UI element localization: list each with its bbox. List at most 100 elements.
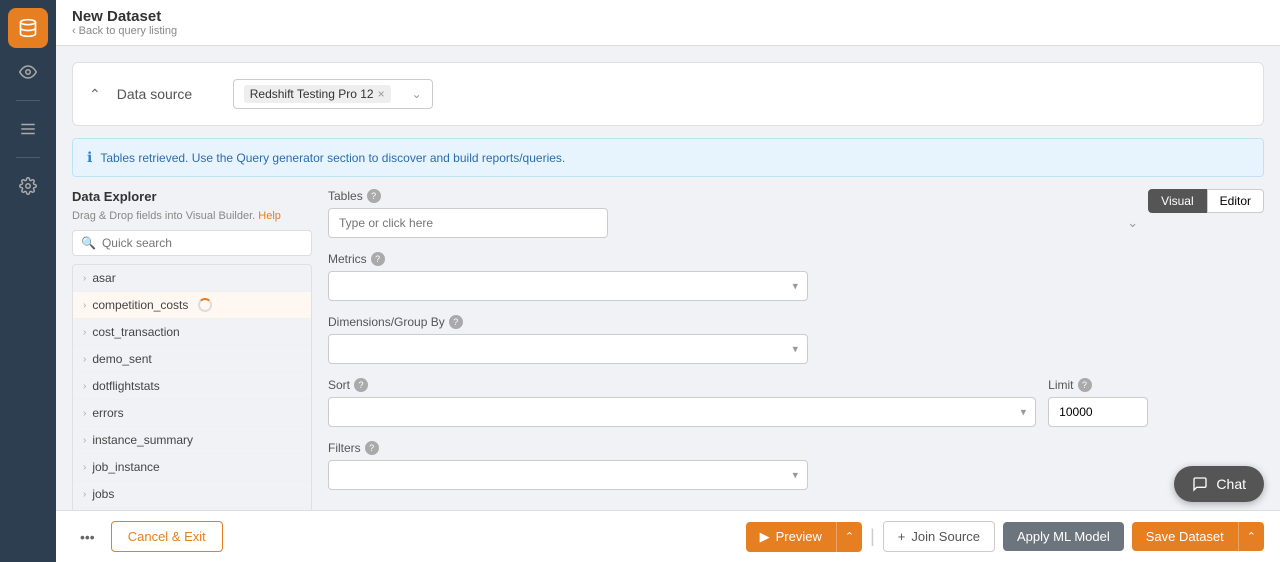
save-dataset-button[interactable]: Save Dataset — [1132, 522, 1238, 551]
dimensions-help-icon[interactable]: ? — [449, 315, 463, 329]
info-banner: ℹ Tables retrieved. Use the Query genera… — [72, 138, 1264, 177]
table-chevron-icon: › — [83, 300, 86, 311]
top-header: New Dataset ‹ Back to query listing — [56, 0, 1280, 46]
main-content: New Dataset ‹ Back to query listing ⌃ Da… — [56, 0, 1280, 562]
cancel-exit-button[interactable]: Cancel & Exit — [111, 521, 223, 552]
table-chevron-icon: › — [83, 462, 86, 473]
metrics-section: Metrics ? — [328, 252, 1148, 301]
limit-input[interactable] — [1048, 397, 1148, 427]
join-source-button[interactable]: + Join Source — [883, 521, 995, 552]
sort-select[interactable] — [328, 397, 1036, 427]
filters-label: Filters ? — [328, 441, 1148, 455]
limit-label: Limit ? — [1048, 378, 1148, 392]
sort-help-icon[interactable]: ? — [354, 378, 368, 392]
table-chevron-icon: › — [83, 354, 86, 365]
tables-chevron-icon: ⌄ — [1127, 215, 1138, 231]
datasource-chevron-icon: ⌄ — [412, 87, 422, 101]
datasource-tag: Redshift Testing Pro 12 × — [244, 85, 391, 103]
right-panel: Tables ? ⌄ Me — [328, 189, 1264, 510]
filters-help-icon[interactable]: ? — [365, 441, 379, 455]
info-message: Tables retrieved. Use the Query generato… — [100, 151, 565, 165]
sidebar-divider-2 — [16, 157, 40, 158]
datasource-card: ⌃ Data source Redshift Testing Pro 12 × … — [72, 62, 1264, 126]
table-chevron-icon: › — [83, 381, 86, 392]
content-area: ⌃ Data source Redshift Testing Pro 12 × … — [56, 46, 1280, 510]
table-item[interactable]: › competition_costs — [73, 292, 311, 319]
search-box: 🔍 — [72, 230, 312, 256]
visual-view-button[interactable]: Visual — [1148, 189, 1206, 213]
sidebar-icon-database[interactable] — [8, 8, 48, 48]
table-chevron-icon: › — [83, 408, 86, 419]
preview-button[interactable]: ▶ Preview — [746, 522, 836, 552]
editor-view-button[interactable]: Editor — [1207, 189, 1264, 213]
sort-limit-row: Sort ? — [328, 378, 1148, 427]
table-item[interactable]: › jobs — [73, 481, 311, 508]
filters-section: Filters ? — [328, 441, 1148, 490]
table-item[interactable]: › demo_sent — [73, 346, 311, 373]
chat-label: Chat — [1216, 476, 1246, 492]
metrics-select[interactable] — [328, 271, 808, 301]
dimensions-label: Dimensions/Group By ? — [328, 315, 1148, 329]
sidebar-divider — [16, 100, 40, 101]
limit-section: Limit ? — [1048, 378, 1148, 427]
right-panel-left: Tables ? ⌄ Me — [328, 189, 1148, 504]
preview-group: ▶ Preview ⌃ — [746, 522, 862, 552]
tables-input[interactable] — [328, 208, 608, 238]
table-item[interactable]: › asar — [73, 265, 311, 292]
tables-section: Tables ? ⌄ — [328, 189, 1148, 238]
sidebar-icon-layers[interactable] — [8, 109, 48, 149]
plus-icon: + — [898, 529, 906, 544]
play-icon: ▶ — [760, 529, 770, 545]
dimensions-select[interactable] — [328, 334, 808, 364]
filters-select[interactable] — [328, 460, 808, 490]
datasource-tag-remove[interactable]: × — [378, 87, 385, 101]
limit-help-icon[interactable]: ? — [1078, 378, 1092, 392]
table-chevron-icon: › — [83, 273, 86, 284]
chat-icon — [1192, 476, 1208, 492]
metrics-help-icon[interactable]: ? — [371, 252, 385, 266]
view-toggle: Visual Editor — [1148, 189, 1264, 213]
back-link[interactable]: ‹ Back to query listing — [72, 25, 177, 37]
datasource-select[interactable]: Redshift Testing Pro 12 × ⌄ — [233, 79, 433, 109]
tables-help-icon[interactable]: ? — [367, 189, 381, 203]
sort-section: Sort ? — [328, 378, 1036, 427]
page-title: New Dataset — [72, 8, 177, 25]
table-list: › asar › competition_costs › cost_transa… — [72, 264, 312, 510]
right-panel-header: Tables ? ⌄ Me — [328, 189, 1264, 504]
search-icon: 🔍 — [81, 236, 96, 250]
table-item[interactable]: › cost_transaction — [73, 319, 311, 346]
more-options-button[interactable]: ••• — [72, 525, 103, 549]
data-explorer-subtitle: Drag & Drop fields into Visual Builder. … — [72, 210, 312, 222]
dimensions-section: Dimensions/Group By ? — [328, 315, 1148, 364]
datasource-row: ⌃ Data source Redshift Testing Pro 12 × … — [89, 79, 1247, 109]
help-link[interactable]: Help — [258, 210, 281, 222]
table-chevron-icon: › — [83, 489, 86, 500]
table-item[interactable]: › job_instance — [73, 454, 311, 481]
search-input[interactable] — [102, 236, 303, 250]
preview-expand-button[interactable]: ⌃ — [836, 522, 862, 552]
apply-model-button[interactable]: Apply ML Model — [1003, 522, 1124, 551]
save-group: Save Dataset ⌃ — [1132, 522, 1264, 551]
separator: | — [870, 526, 875, 547]
bottom-toolbar: ••• Cancel & Exit ▶ Preview ⌃ | + Join S… — [56, 510, 1280, 562]
chat-button[interactable]: Chat — [1174, 466, 1264, 502]
sidebar-icon-eye[interactable] — [8, 52, 48, 92]
loading-spinner — [198, 298, 212, 312]
sidebar — [0, 0, 56, 562]
sort-label: Sort ? — [328, 378, 1036, 392]
right-actions: ▶ Preview ⌃ | + Join Source Apply ML Mod… — [746, 521, 1264, 552]
sidebar-icon-gear[interactable] — [8, 166, 48, 206]
metrics-label: Metrics ? — [328, 252, 1148, 266]
table-item[interactable]: › dotflightstats — [73, 373, 311, 400]
save-expand-button[interactable]: ⌃ — [1238, 522, 1264, 551]
table-item[interactable]: › instance_summary — [73, 427, 311, 454]
table-chevron-icon: › — [83, 327, 86, 338]
table-item[interactable]: › errors — [73, 400, 311, 427]
table-chevron-icon: › — [83, 435, 86, 446]
two-panel: Data Explorer Drag & Drop fields into Vi… — [72, 189, 1264, 510]
tables-label: Tables ? — [328, 189, 1148, 203]
datasource-toggle[interactable]: ⌃ — [89, 86, 101, 103]
info-icon: ℹ — [87, 149, 92, 166]
back-arrow: ‹ — [72, 25, 76, 37]
left-panel: Data Explorer Drag & Drop fields into Vi… — [72, 189, 312, 510]
